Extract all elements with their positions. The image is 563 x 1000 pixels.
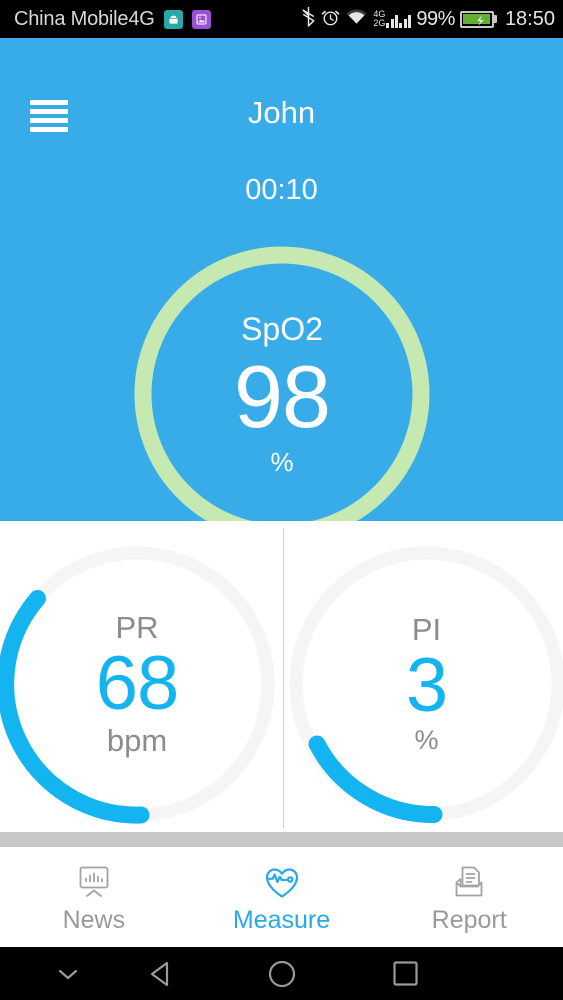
cellular-signal-icon: 4G 2G (373, 10, 412, 28)
battery-charging-icon (459, 10, 497, 28)
panel-separator (0, 832, 563, 847)
back-triangle-icon[interactable] (110, 947, 210, 1000)
hide-keyboard-chevron-icon[interactable] (18, 947, 118, 1000)
pr-gauge: PR 68 bpm (0, 521, 282, 832)
signal-bars-secondary (399, 13, 412, 28)
pi-value-arc (308, 735, 442, 824)
status-bar-right: 4G 2G 99% 18:50 (301, 6, 555, 32)
pi-gauge: PI 3 % (282, 521, 563, 832)
measurement-timer: 00:10 (245, 174, 318, 206)
gauge-divider (283, 528, 284, 828)
status-bar-left: China Mobile4G (14, 8, 211, 31)
tab-news[interactable]: News (0, 847, 188, 947)
battery-percent-label: 99% (416, 7, 455, 30)
heart-pulse-icon (260, 862, 304, 902)
vitals-gauge-panel: PR 68 bpm PI 3 % (0, 521, 563, 832)
wifi-icon (345, 7, 368, 31)
android-notification-icon (163, 9, 183, 29)
home-circle-icon[interactable] (232, 947, 332, 1000)
tab-news-label: News (62, 905, 126, 934)
network-generation-labels: 4G 2G (373, 10, 385, 28)
tab-measure-label: Measure (232, 905, 331, 934)
spo2-gauge: SpO2 98 % (131, 243, 433, 545)
bottom-tab-bar: News Measure Report (0, 847, 563, 947)
tab-report[interactable]: Report (375, 847, 563, 947)
recents-square-icon[interactable] (355, 947, 455, 1000)
status-bar-clock: 18:50 (504, 7, 555, 30)
monitor-chart-icon (72, 862, 116, 902)
carrier-label: China Mobile4G (14, 7, 155, 30)
bluetooth-icon (301, 6, 316, 32)
phone-screen: China Mobile4G 4G 2G 99% 18:50 John 00:1… (0, 0, 563, 1000)
alarm-clock-icon (321, 7, 340, 32)
page-title: John (247, 95, 316, 130)
document-tray-icon (447, 862, 491, 902)
app-header-panel: John 00:10 SpO2 98 % (0, 38, 563, 542)
android-nav-bar (0, 947, 563, 1000)
network-secondary-label: 2G (373, 18, 386, 28)
tab-report-label: Report (431, 905, 507, 934)
spo2-ring-arc (134, 246, 430, 542)
signal-bars-primary (386, 13, 399, 28)
tab-measure[interactable]: Measure (188, 847, 376, 947)
android-status-bar: China Mobile4G 4G 2G 99% 18:50 (0, 0, 563, 38)
image-notification-icon (191, 9, 211, 29)
pr-value-arc (0, 590, 150, 824)
